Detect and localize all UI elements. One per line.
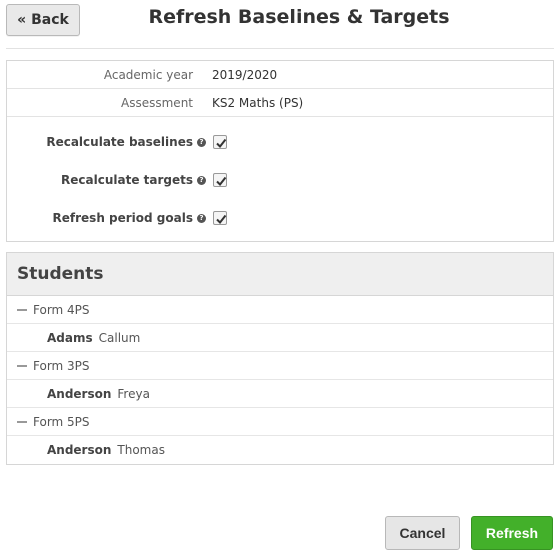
checkmark-icon	[216, 214, 227, 225]
recalculate-targets-checkbox[interactable]	[213, 173, 227, 187]
question-circle-icon[interactable]: ?	[197, 213, 206, 223]
back-button[interactable]: « Back	[6, 4, 80, 36]
assessment-label: Assessment	[121, 95, 193, 110]
student-row: Anderson Freya	[7, 380, 553, 408]
academic-year-row: Academic year 2019/2020	[7, 61, 553, 89]
assessment-value: KS2 Maths (PS)	[212, 95, 304, 110]
recalculate-baselines-label: Recalculate baselines	[46, 135, 193, 149]
recalculate-baselines-checkbox[interactable]	[213, 135, 227, 149]
student-surname: Anderson	[47, 386, 112, 401]
student-forename: Thomas	[117, 443, 165, 457]
recalculate-targets-label: Recalculate targets	[61, 173, 193, 187]
assessment-row: Assessment KS2 Maths (PS)	[7, 89, 553, 117]
form-name: Form 4PS	[33, 302, 90, 317]
refresh-period-goals-row: Refresh period goals ?	[7, 207, 553, 229]
student-surname: Adams	[47, 330, 93, 345]
student-surname: Anderson	[47, 443, 112, 457]
students-panel: Students Form 4PS Adams Callum Form 3PS …	[6, 252, 554, 465]
students-heading: Students	[7, 253, 553, 296]
form-group-row[interactable]: Form 5PS	[7, 408, 553, 436]
question-circle-icon[interactable]: ?	[197, 137, 206, 147]
form-group-row[interactable]: Form 3PS	[7, 352, 553, 380]
collapse-icon[interactable]	[17, 420, 27, 423]
academic-year-value: 2019/2020	[212, 67, 278, 82]
form-name: Form 5PS	[33, 414, 90, 429]
form-name: Form 3PS	[33, 358, 90, 373]
student-forename: Callum	[98, 330, 141, 345]
checkmark-icon	[216, 176, 227, 187]
checkmark-icon	[216, 138, 227, 149]
settings-panel: Academic year 2019/2020 Assessment KS2 M…	[6, 60, 554, 242]
student-row: Anderson Thomas	[7, 436, 553, 464]
recalculate-targets-row: Recalculate targets ?	[7, 169, 553, 191]
page-title: Refresh Baselines & Targets	[148, 6, 450, 28]
cancel-button[interactable]: Cancel	[385, 516, 460, 550]
collapse-icon[interactable]	[17, 308, 27, 311]
collapse-icon[interactable]	[17, 364, 27, 367]
refresh-period-goals-label: Refresh period goals	[52, 211, 193, 225]
recalculate-baselines-row: Recalculate baselines ?	[7, 131, 553, 153]
form-group-row[interactable]: Form 4PS	[7, 296, 553, 324]
question-circle-icon[interactable]: ?	[197, 175, 206, 185]
refresh-button[interactable]: Refresh	[471, 516, 553, 550]
refresh-period-goals-checkbox[interactable]	[213, 211, 227, 225]
student-forename: Freya	[117, 386, 150, 401]
title-divider	[6, 48, 554, 49]
student-row: Adams Callum	[7, 324, 553, 352]
academic-year-label: Academic year	[103, 67, 193, 82]
